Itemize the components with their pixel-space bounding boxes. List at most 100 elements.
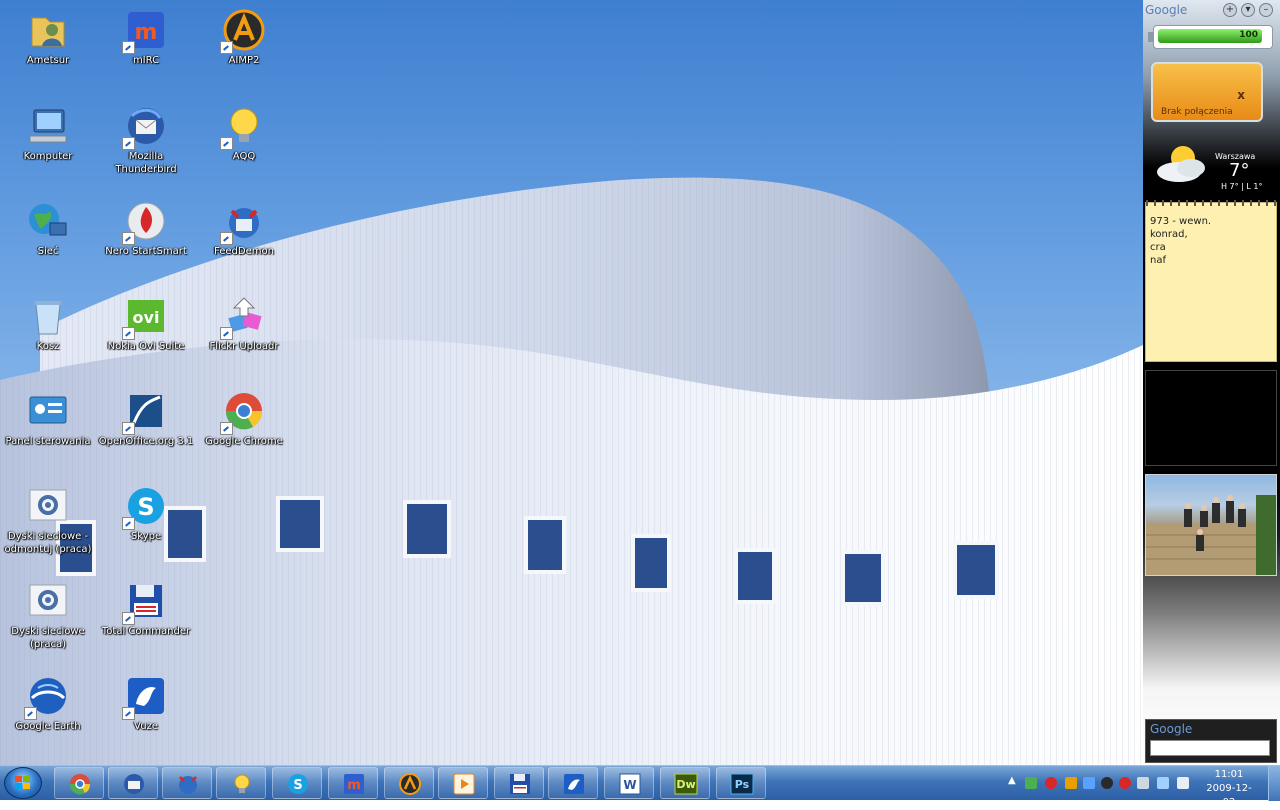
taskbar-vuze[interactable] <box>548 767 598 799</box>
taskbar: S m W Dw Ps ▲ 11:01 2009-12-02 <box>0 765 1280 808</box>
tray-expand-icon[interactable]: ▲ <box>1008 775 1016 786</box>
weather-temp: 7° <box>1229 160 1250 181</box>
svg-text:W: W <box>623 778 636 792</box>
computer-icon <box>26 104 70 148</box>
note-line: konrad, <box>1150 229 1188 240</box>
upload-arrow-icon <box>220 294 266 340</box>
desktop-icon-skype[interactable]: S Skype <box>98 480 194 572</box>
desktop-icon-aimp2[interactable]: AIMP2 <box>196 4 292 96</box>
taskbar-skype[interactable]: S <box>272 767 322 799</box>
chrome-icon <box>220 389 266 435</box>
gadget-sidebar: Google + ▾ – 100 x Brak połączenia Warsz… <box>1143 0 1280 765</box>
desktop-icon-kosz[interactable]: Kosz <box>0 290 96 382</box>
svg-text:m: m <box>347 778 361 793</box>
desktop-icon-siec[interactable]: Sieć <box>0 195 96 287</box>
desktop-icon-vuze[interactable]: Vuze <box>98 670 194 762</box>
note-line: cra <box>1150 242 1166 253</box>
desktop-icon-total-commander[interactable]: Total Commander <box>98 575 194 667</box>
tray-volume-icon[interactable] <box>1177 777 1189 789</box>
desktop-icon-dyski-sieciowe[interactable]: Dyski sieciowe (praca) <box>0 575 96 667</box>
taskbar-feeddemon[interactable] <box>162 767 212 799</box>
tray-app-icon[interactable] <box>1083 777 1095 789</box>
google-search-label: Google <box>1150 722 1193 736</box>
settings-gear-icon <box>26 484 70 528</box>
tray-mirc-icon[interactable] <box>1065 777 1077 789</box>
taskbar-clock[interactable]: 11:01 2009-12-02 <box>1203 768 1255 808</box>
recycle-bin-icon <box>26 294 70 338</box>
desktop-icon-thunderbird[interactable]: Mozilla Thunderbird <box>98 100 194 192</box>
partly-cloudy-icon <box>1157 146 1205 182</box>
notes-gadget[interactable]: 973 - wewn. konrad, cra naf <box>1145 200 1277 362</box>
taskbar-aqq[interactable] <box>216 767 266 799</box>
show-desktop-button[interactable] <box>1268 766 1280 801</box>
skype-icon: S <box>288 774 308 794</box>
tray-device-icon[interactable] <box>1137 777 1149 789</box>
openoffice-icon <box>122 389 168 435</box>
desktop-icon-nero[interactable]: Nero StartSmart <box>98 195 194 287</box>
mirc-icon: m <box>122 8 168 54</box>
tray-network-icon[interactable] <box>1157 777 1169 789</box>
desktop-icon-ovi-suite[interactable]: ovi Nokia Ovi Suite <box>98 290 194 382</box>
dreamweaver-icon: Dw <box>674 773 698 795</box>
connection-gadget[interactable]: x Brak połączenia <box>1151 62 1263 122</box>
taskbar-dreamweaver[interactable]: Dw <box>660 767 710 799</box>
thunderbird-icon <box>124 774 144 794</box>
start-button[interactable] <box>4 767 42 799</box>
sidebar-menu-button[interactable]: ▾ <box>1241 3 1255 17</box>
desktop-icon-komputer[interactable]: Komputer <box>0 100 96 192</box>
vuze-frog-icon <box>122 674 168 720</box>
google-search-input[interactable] <box>1150 740 1270 756</box>
windows-logo-icon <box>15 776 30 789</box>
tray-download-icon[interactable] <box>1025 777 1037 789</box>
taskbar-word[interactable]: W <box>604 767 654 799</box>
taskbar-mirc[interactable]: m <box>328 767 378 799</box>
tray-red-icon[interactable] <box>1045 777 1057 789</box>
weather-gadget[interactable]: Warszawa 7° H 7° | L 1° <box>1153 140 1275 196</box>
mirc-icon: m <box>344 774 364 794</box>
google-search-gadget: Google <box>1145 719 1277 763</box>
taskbar-media-player[interactable] <box>438 767 488 799</box>
desktop-icon-openoffice[interactable]: OpenOffice.org 3.1 <box>98 385 194 477</box>
desktop-icon-mirc[interactable]: m mIRC <box>98 4 194 96</box>
network-globe-icon <box>26 199 70 243</box>
desktop-icon-ametsur[interactable]: Ametsur <box>0 4 96 96</box>
lightbulb-icon <box>234 774 250 793</box>
desktop-icon-feeddemon[interactable]: FeedDemon <box>196 195 292 287</box>
control-panel-icon <box>26 389 70 433</box>
aimp-icon <box>399 773 421 795</box>
taskbar-total-commander[interactable] <box>494 767 544 799</box>
tray-settings-icon[interactable] <box>1101 777 1113 789</box>
desktop-icon-google-chrome[interactable]: Google Chrome <box>196 385 292 477</box>
desktop-icon-dyski-odmontuj[interactable]: Dyski sieciowe - odmontuj (praca) <box>0 480 96 572</box>
skype-icon: S <box>122 484 168 530</box>
desktop-icon-panel-sterowania[interactable]: Panel sterowania <box>0 385 96 477</box>
taskbar-thunderbird[interactable] <box>108 767 158 799</box>
thunderbird-icon <box>122 104 168 150</box>
connection-status: Brak połączenia <box>1161 107 1233 117</box>
desktop-icon-flickr-uploadr[interactable]: Flickr Uploadr <box>196 290 292 382</box>
floppy-disk-icon <box>510 774 530 794</box>
blank-gadget[interactable] <box>1145 370 1277 466</box>
desktop-icon-aqq[interactable]: AQQ <box>196 100 292 192</box>
photoshop-icon: Ps <box>730 773 754 795</box>
feeddemon-icon <box>179 776 197 794</box>
sidebar-add-button[interactable]: + <box>1223 3 1237 17</box>
taskbar-photoshop[interactable]: Ps <box>716 767 766 799</box>
sidebar-google-label: Google <box>1145 3 1188 17</box>
battery-gadget[interactable]: 100 <box>1148 25 1273 49</box>
desktop-icon-google-earth[interactable]: Google Earth <box>0 670 96 762</box>
battery-level-text: 100 <box>1239 30 1258 40</box>
taskbar-chrome[interactable] <box>54 767 104 799</box>
slideshow-gadget[interactable] <box>1145 474 1277 576</box>
connection-close-icon[interactable]: x <box>1237 88 1245 102</box>
floppy-disk-icon <box>122 579 168 625</box>
chrome-icon <box>69 774 91 795</box>
svg-text:ovi: ovi <box>133 308 160 327</box>
svg-text:m: m <box>135 20 158 45</box>
note-line: naf <box>1150 255 1166 266</box>
word-icon: W <box>619 773 641 795</box>
svg-text:Ps: Ps <box>735 778 750 791</box>
taskbar-aimp[interactable] <box>384 767 434 799</box>
sidebar-minimize-button[interactable]: – <box>1259 3 1273 17</box>
tray-aqq-icon[interactable] <box>1119 777 1131 789</box>
